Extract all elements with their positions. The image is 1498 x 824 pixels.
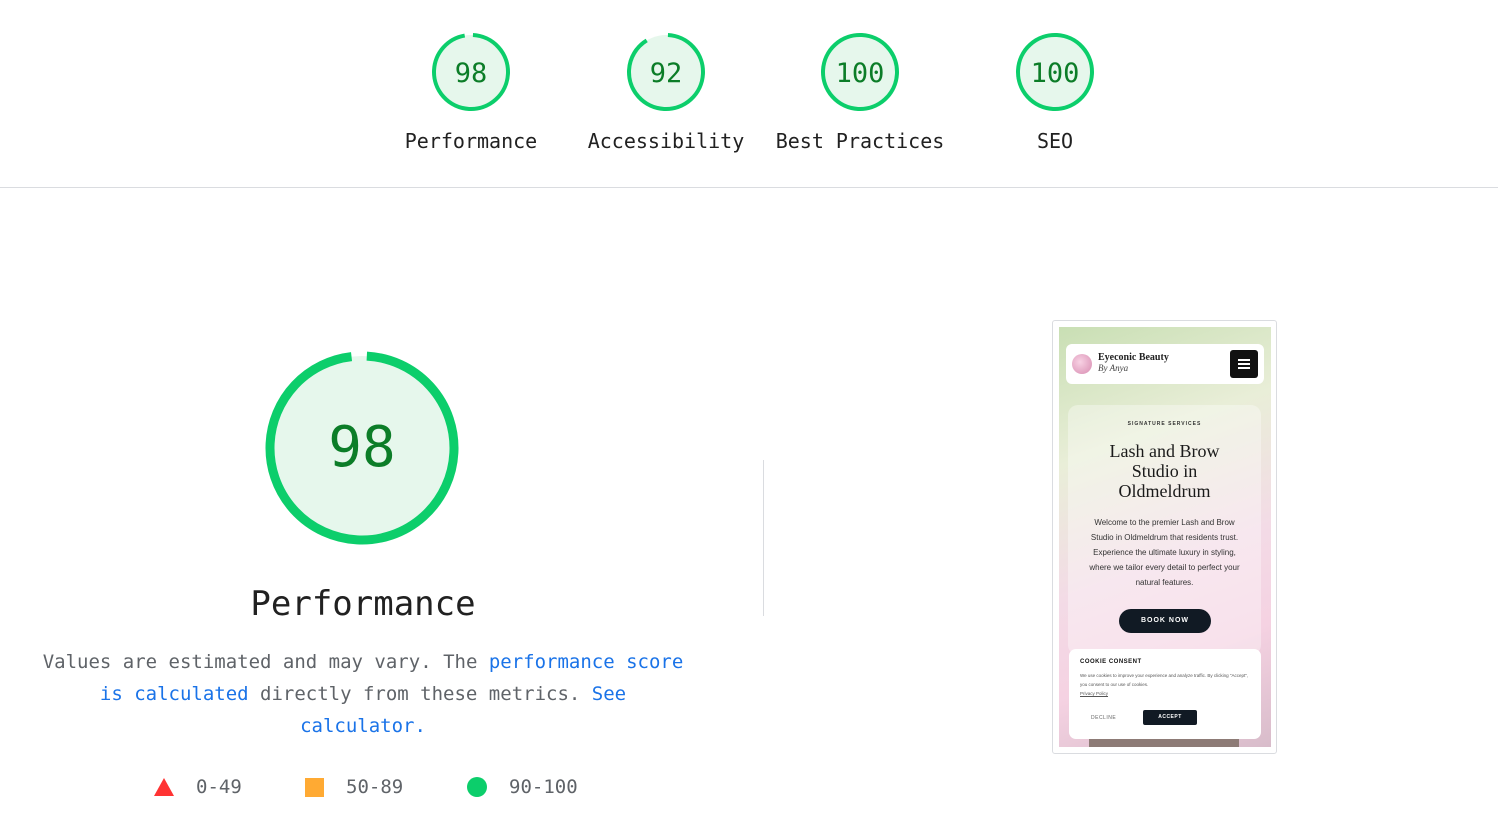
triangle-fail-icon bbox=[154, 778, 174, 796]
cookie-body: We use cookies to improve your experienc… bbox=[1080, 673, 1249, 687]
flower-logo-icon bbox=[1072, 354, 1092, 374]
hero-title-line: Studio in bbox=[1131, 461, 1198, 481]
gauge-accessibility-ring: 92 bbox=[627, 32, 705, 111]
hero-title-line: Oldmeldrum bbox=[1118, 481, 1211, 501]
square-average-icon bbox=[305, 777, 324, 797]
decline-button: DECLINE bbox=[1091, 715, 1117, 721]
legend-range: 0-49 bbox=[196, 776, 242, 798]
accept-button: ACCEPT bbox=[1143, 710, 1197, 725]
legend-range: 50-89 bbox=[346, 776, 404, 798]
gauge-label: Accessibility bbox=[587, 129, 745, 153]
cookie-title: COOKIE CONSENT bbox=[1080, 659, 1142, 665]
legend-average: 50-89 bbox=[305, 776, 403, 798]
performance-score-large: 98 bbox=[328, 415, 395, 480]
legend-fail: 0-49 bbox=[154, 776, 242, 798]
site-header: Eyeconic Beauty By Anya bbox=[1066, 344, 1264, 384]
circle-pass-icon bbox=[467, 777, 487, 797]
hamburger-menu-icon bbox=[1230, 350, 1258, 378]
legend-range: 90-100 bbox=[509, 776, 578, 798]
cookie-text: We use cookies to improve your experienc… bbox=[1080, 671, 1252, 698]
gauge-score: 100 bbox=[836, 58, 885, 89]
gauge-score: 92 bbox=[650, 58, 683, 89]
gauge-score: 100 bbox=[1031, 58, 1080, 89]
score-legend: 0-49 50-89 90-100 bbox=[0, 776, 740, 804]
gauge-performance-ring: 98 bbox=[432, 32, 510, 111]
privacy-policy-link: Privacy Policy bbox=[1080, 691, 1109, 696]
gauge-label: Performance bbox=[404, 129, 538, 153]
site-hero: SIGNATURE SERVICES Lash and Brow Studio … bbox=[1068, 405, 1261, 655]
desc-text: Values are estimated and may vary. The bbox=[42, 651, 489, 673]
hero-eyebrow: SIGNATURE SERVICES bbox=[1127, 421, 1202, 427]
gauge-best-practices-ring: 100 bbox=[821, 32, 899, 111]
gauge-performance[interactable]: 98 Performance bbox=[381, 32, 561, 153]
gauge-seo[interactable]: 100 SEO bbox=[965, 32, 1145, 153]
final-screenshot: Eyeconic Beauty By Anya SIGNATURE SERVIC… bbox=[1059, 327, 1271, 747]
gauge-label: SEO bbox=[1036, 129, 1074, 153]
performance-ring-large: 98 bbox=[265, 351, 459, 545]
hero-title-line: Lash and Brow bbox=[1109, 441, 1220, 461]
desc-text-middle: directly from these metrics. bbox=[248, 683, 581, 705]
book-now-button: BOOK NOW bbox=[1119, 609, 1211, 633]
performance-description: Values are estimated and may vary. The p… bbox=[40, 646, 686, 742]
legend-pass: 90-100 bbox=[467, 776, 578, 798]
gauge-best-practices[interactable]: 100 Best Practices bbox=[770, 32, 950, 153]
score-summary: 98 Performance 92 Accessibility 100 Best… bbox=[0, 0, 1498, 188]
gauge-score: 98 bbox=[455, 58, 488, 89]
hero-title: Lash and Brow Studio in Oldmeldrum bbox=[1068, 441, 1261, 501]
site-brand-sub: By Anya bbox=[1098, 363, 1129, 373]
performance-title: Performance bbox=[250, 584, 476, 624]
hero-image-strip bbox=[1089, 739, 1239, 747]
gauge-seo-ring: 100 bbox=[1016, 32, 1094, 111]
gauge-accessibility[interactable]: 92 Accessibility bbox=[576, 32, 756, 153]
cookie-consent-banner: COOKIE CONSENT We use cookies to improve… bbox=[1069, 649, 1261, 739]
hero-body: Welcome to the premier Lash and Brow Stu… bbox=[1089, 518, 1240, 587]
gauge-label: Best Practices bbox=[775, 129, 945, 153]
section-divider bbox=[763, 460, 764, 616]
site-brand: Eyeconic Beauty bbox=[1098, 352, 1169, 363]
performance-gauge-large: 98 bbox=[262, 348, 462, 552]
